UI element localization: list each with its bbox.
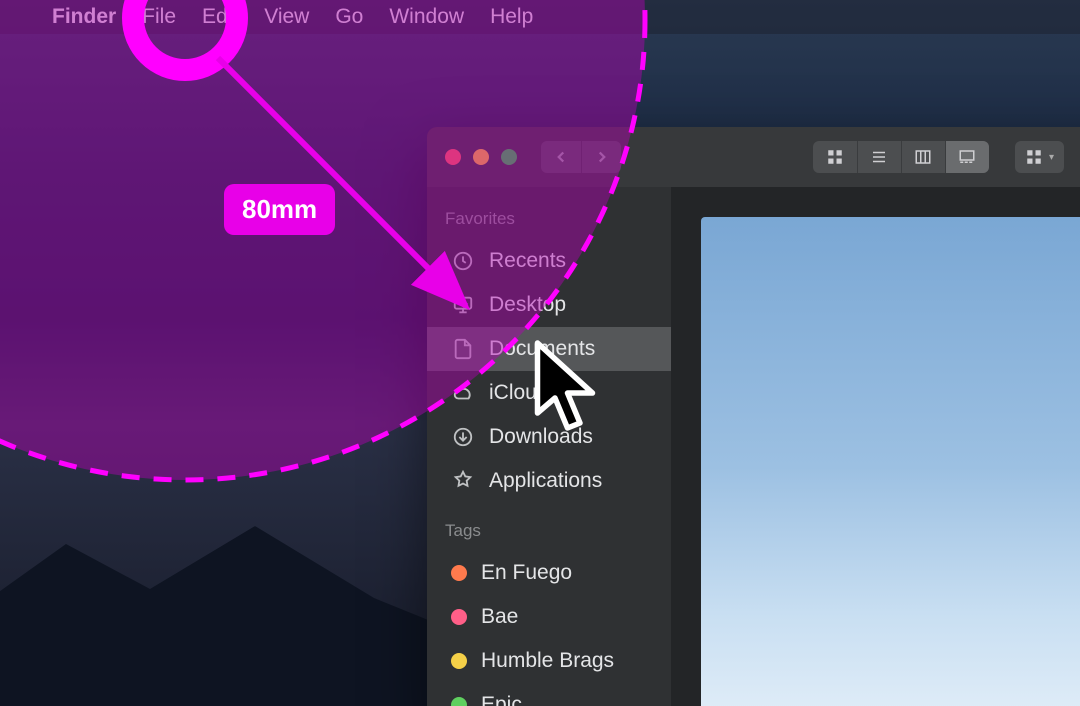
sidebar-item-label: Recents — [489, 249, 566, 273]
desktop-icon — [451, 293, 475, 317]
menu-file[interactable]: File — [142, 5, 176, 29]
tag-dot-icon — [451, 653, 467, 669]
view-column-button[interactable] — [901, 141, 945, 173]
view-mode-segmented — [813, 141, 989, 173]
view-gallery-button[interactable] — [945, 141, 989, 173]
clock-icon — [451, 249, 475, 273]
sidebar-tag-humble-brags[interactable]: Humble Brags — [427, 639, 671, 683]
list-icon — [870, 148, 888, 166]
tag-dot-icon — [451, 565, 467, 581]
cloud-icon — [451, 381, 475, 405]
view-icon-button[interactable] — [813, 141, 857, 173]
finder-content — [671, 187, 1080, 706]
applications-icon — [451, 469, 475, 493]
sidebar-item-label: En Fuego — [481, 561, 572, 585]
back-button[interactable] — [541, 141, 581, 173]
tag-dot-icon — [451, 697, 467, 706]
measurement-label: 80mm — [224, 184, 335, 235]
columns-icon — [914, 148, 932, 166]
sidebar-item-desktop[interactable]: Desktop — [427, 283, 671, 327]
documents-icon — [451, 337, 475, 361]
menu-edit[interactable]: Edit — [202, 5, 238, 29]
sidebar-item-applications[interactable]: Applications — [427, 459, 671, 503]
sidebar-item-label: Applications — [489, 469, 602, 493]
sidebar-item-label: Epic — [481, 693, 522, 706]
menu-help[interactable]: Help — [490, 5, 533, 29]
download-icon — [451, 425, 475, 449]
sidebar-item-label: Desktop — [489, 293, 566, 317]
mouse-cursor-icon — [525, 338, 615, 438]
menubar: Finder File Edit View Go Window Help — [0, 0, 1080, 34]
finder-titlebar[interactable]: ▾ ▾ — [427, 127, 1080, 187]
sidebar-tag-en-fuego[interactable]: En Fuego — [427, 551, 671, 595]
sidebar-tag-epic[interactable]: Epic — [427, 683, 671, 706]
forward-button[interactable] — [581, 141, 621, 173]
minimize-button[interactable] — [473, 149, 489, 165]
nav-arrows — [541, 141, 621, 173]
chevron-right-icon — [593, 148, 611, 166]
tag-dot-icon — [451, 609, 467, 625]
view-list-button[interactable] — [857, 141, 901, 173]
menu-view[interactable]: View — [264, 5, 309, 29]
window-controls — [445, 149, 517, 165]
menu-go[interactable]: Go — [335, 5, 363, 29]
sidebar-section-favorites: Favorites — [427, 205, 671, 239]
chevron-down-icon: ▾ — [1049, 152, 1054, 163]
gallery-preview-image[interactable] — [701, 217, 1080, 706]
grid-icon — [826, 148, 844, 166]
gallery-icon — [958, 148, 976, 166]
arrange-button[interactable]: ▾ — [1015, 141, 1064, 173]
group-icon — [1025, 148, 1043, 166]
sidebar-item-label: Bae — [481, 605, 518, 629]
sidebar-tag-bae[interactable]: Bae — [427, 595, 671, 639]
finder-sidebar: Favorites Recents Desktop — [427, 187, 671, 706]
sidebar-item-label: Humble Brags — [481, 649, 614, 673]
sidebar-item-recents[interactable]: Recents — [427, 239, 671, 283]
menu-window[interactable]: Window — [389, 5, 464, 29]
chevron-left-icon — [552, 148, 570, 166]
fullscreen-button[interactable] — [501, 149, 517, 165]
sidebar-section-tags: Tags — [427, 517, 671, 551]
desktop: Finder File Edit View Go Window Help — [0, 0, 1080, 706]
menubar-app-name[interactable]: Finder — [52, 5, 116, 29]
close-button[interactable] — [445, 149, 461, 165]
